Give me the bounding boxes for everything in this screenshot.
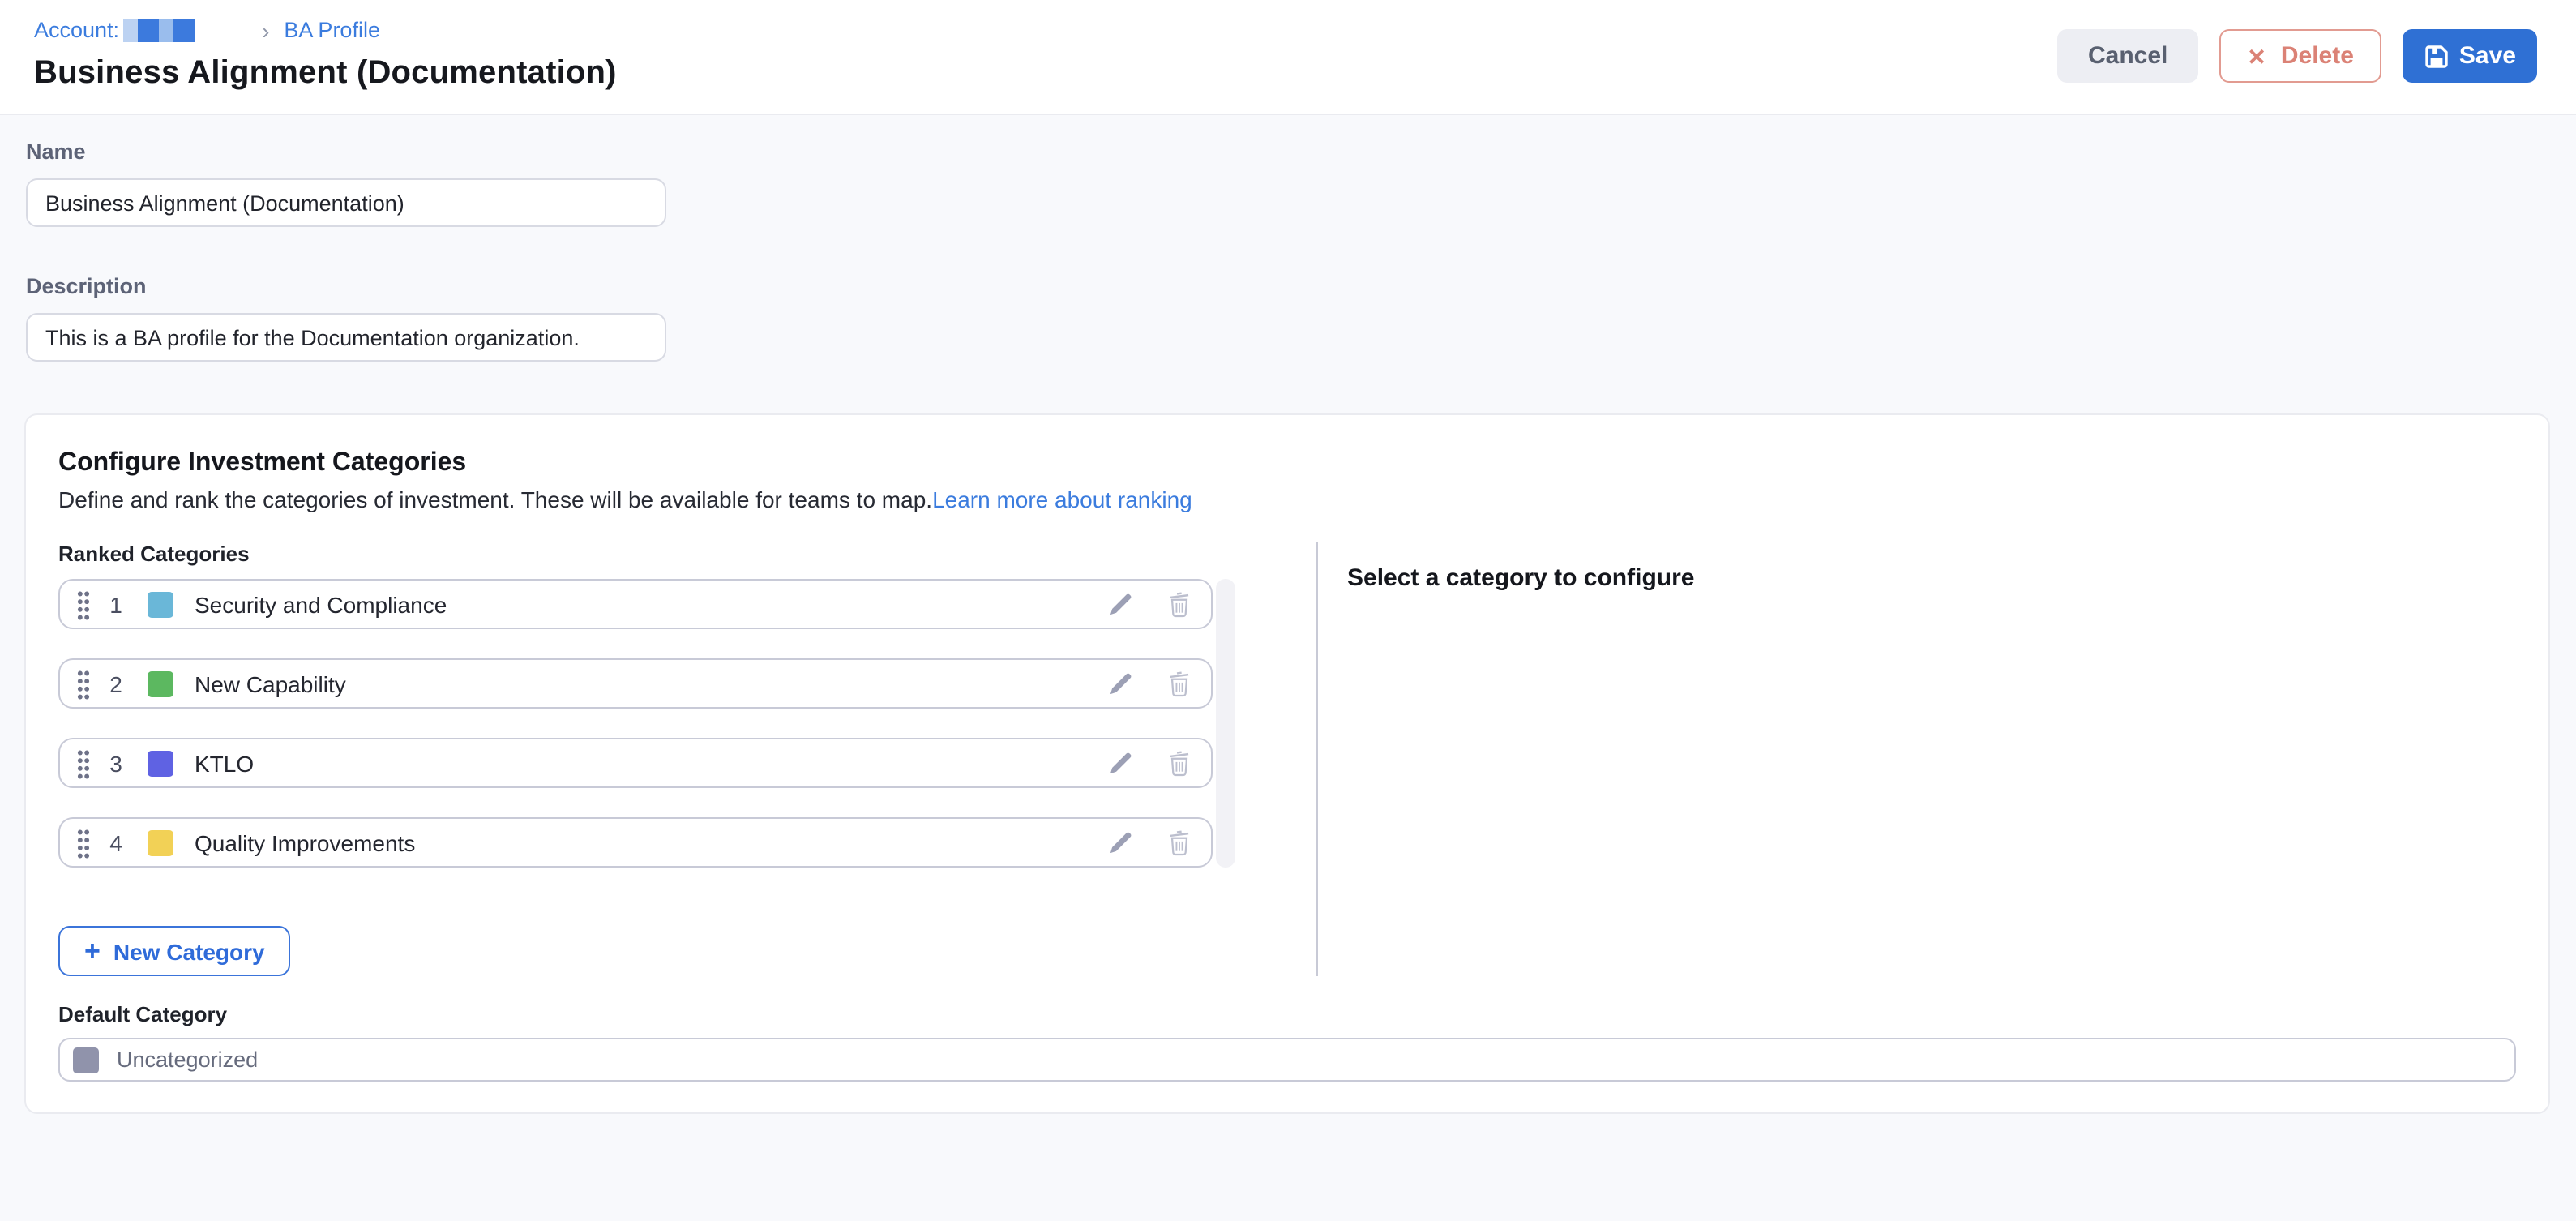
category-color-swatch	[148, 591, 173, 617]
default-category-row: Uncategorized	[58, 1038, 2516, 1082]
cancel-button[interactable]: Cancel	[2057, 29, 2198, 83]
trash-icon	[1167, 829, 1192, 856]
category-rank: 2	[107, 670, 125, 696]
drag-handle-icon[interactable]	[76, 589, 91, 620]
delete-button-label: Delete	[2281, 42, 2354, 70]
category-row[interactable]: 1 Security and Compliance	[58, 579, 1213, 629]
ranked-categories-label: Ranked Categories	[58, 542, 1268, 566]
default-category-color-swatch	[73, 1047, 99, 1073]
edit-category-button[interactable]	[1109, 592, 1133, 616]
name-label: Name	[26, 139, 2576, 164]
close-icon: ✕	[2247, 45, 2266, 67]
drag-handle-icon[interactable]	[76, 748, 91, 779]
default-category-label: Default Category	[58, 1002, 2516, 1026]
pencil-icon	[1109, 671, 1133, 696]
trash-icon	[1167, 749, 1192, 777]
ranked-categories-panel: Ranked Categories 1 Security and Complia…	[58, 542, 1268, 976]
plus-icon: +	[84, 936, 101, 964]
trash-icon	[1167, 670, 1192, 697]
card-subtitle: Define and rank the categories of invest…	[58, 486, 2516, 514]
category-rank: 4	[107, 829, 125, 855]
category-rank: 3	[107, 750, 125, 776]
pencil-icon	[1109, 592, 1133, 616]
card-subtitle-text: Define and rank the categories of invest…	[58, 486, 932, 512]
account-name-redacted	[122, 19, 194, 41]
category-row[interactable]: 3 KTLO	[58, 738, 1213, 788]
config-body: Ranked Categories 1 Security and Complia…	[58, 542, 2516, 976]
delete-button[interactable]: ✕ Delete	[2219, 29, 2381, 83]
description-label: Description	[26, 274, 2576, 298]
configure-categories-card: Configure Investment Categories Define a…	[24, 413, 2550, 1114]
trash-icon	[1167, 590, 1192, 618]
edit-category-button[interactable]	[1109, 671, 1133, 696]
name-field-group: Name	[26, 139, 2576, 227]
drag-handle-icon[interactable]	[76, 669, 91, 700]
chevron-right-icon: ›	[262, 19, 269, 41]
category-color-swatch	[148, 670, 173, 696]
category-color-swatch	[148, 750, 173, 776]
page: Account: › BA Profile Business Alignment…	[0, 0, 2576, 1221]
category-name: KTLO	[195, 750, 254, 776]
new-category-label: New Category	[113, 938, 265, 964]
category-name: Security and Compliance	[195, 591, 447, 617]
default-category-name: Uncategorized	[117, 1047, 258, 1072]
breadcrumb-account-label[interactable]: Account:	[34, 18, 119, 42]
delete-category-button[interactable]	[1167, 670, 1192, 697]
main-content: Name Description Configure Investment Ca…	[0, 115, 2576, 1114]
category-name: New Capability	[195, 670, 346, 696]
pencil-icon	[1109, 751, 1133, 775]
drag-handle-icon[interactable]	[76, 828, 91, 859]
category-detail-panel: Select a category to configure	[1318, 542, 2516, 976]
learn-more-link[interactable]: Learn more about ranking	[932, 486, 1192, 512]
save-button-label: Save	[2459, 42, 2516, 70]
delete-category-button[interactable]	[1167, 590, 1192, 618]
name-input[interactable]	[26, 178, 666, 227]
category-rank: 1	[107, 591, 125, 617]
pencil-icon	[1109, 830, 1133, 855]
delete-category-button[interactable]	[1167, 829, 1192, 856]
ranked-categories-list: 1 Security and Compliance	[58, 579, 1235, 868]
edit-category-button[interactable]	[1109, 830, 1133, 855]
header-actions: Cancel ✕ Delete Save	[2057, 29, 2537, 83]
description-input[interactable]	[26, 313, 666, 362]
card-title: Configure Investment Categories	[58, 448, 2516, 478]
page-header: Account: › BA Profile Business Alignment…	[0, 0, 2576, 115]
edit-category-button[interactable]	[1109, 751, 1133, 775]
category-color-swatch	[148, 829, 173, 855]
category-name: Quality Improvements	[195, 829, 415, 855]
save-icon	[2424, 43, 2450, 69]
empty-state-text: Select a category to configure	[1347, 564, 2516, 592]
save-button[interactable]: Save	[2403, 29, 2537, 83]
description-field-group: Description	[26, 274, 2576, 362]
breadcrumb-ba-profile[interactable]: BA Profile	[284, 18, 380, 42]
new-category-button[interactable]: + New Category	[58, 926, 291, 976]
category-row[interactable]: 2 New Capability	[58, 658, 1213, 709]
delete-category-button[interactable]	[1167, 749, 1192, 777]
ranked-list-scrollbar[interactable]	[1216, 579, 1235, 868]
category-row[interactable]: 4 Quality Improvements	[58, 817, 1213, 868]
